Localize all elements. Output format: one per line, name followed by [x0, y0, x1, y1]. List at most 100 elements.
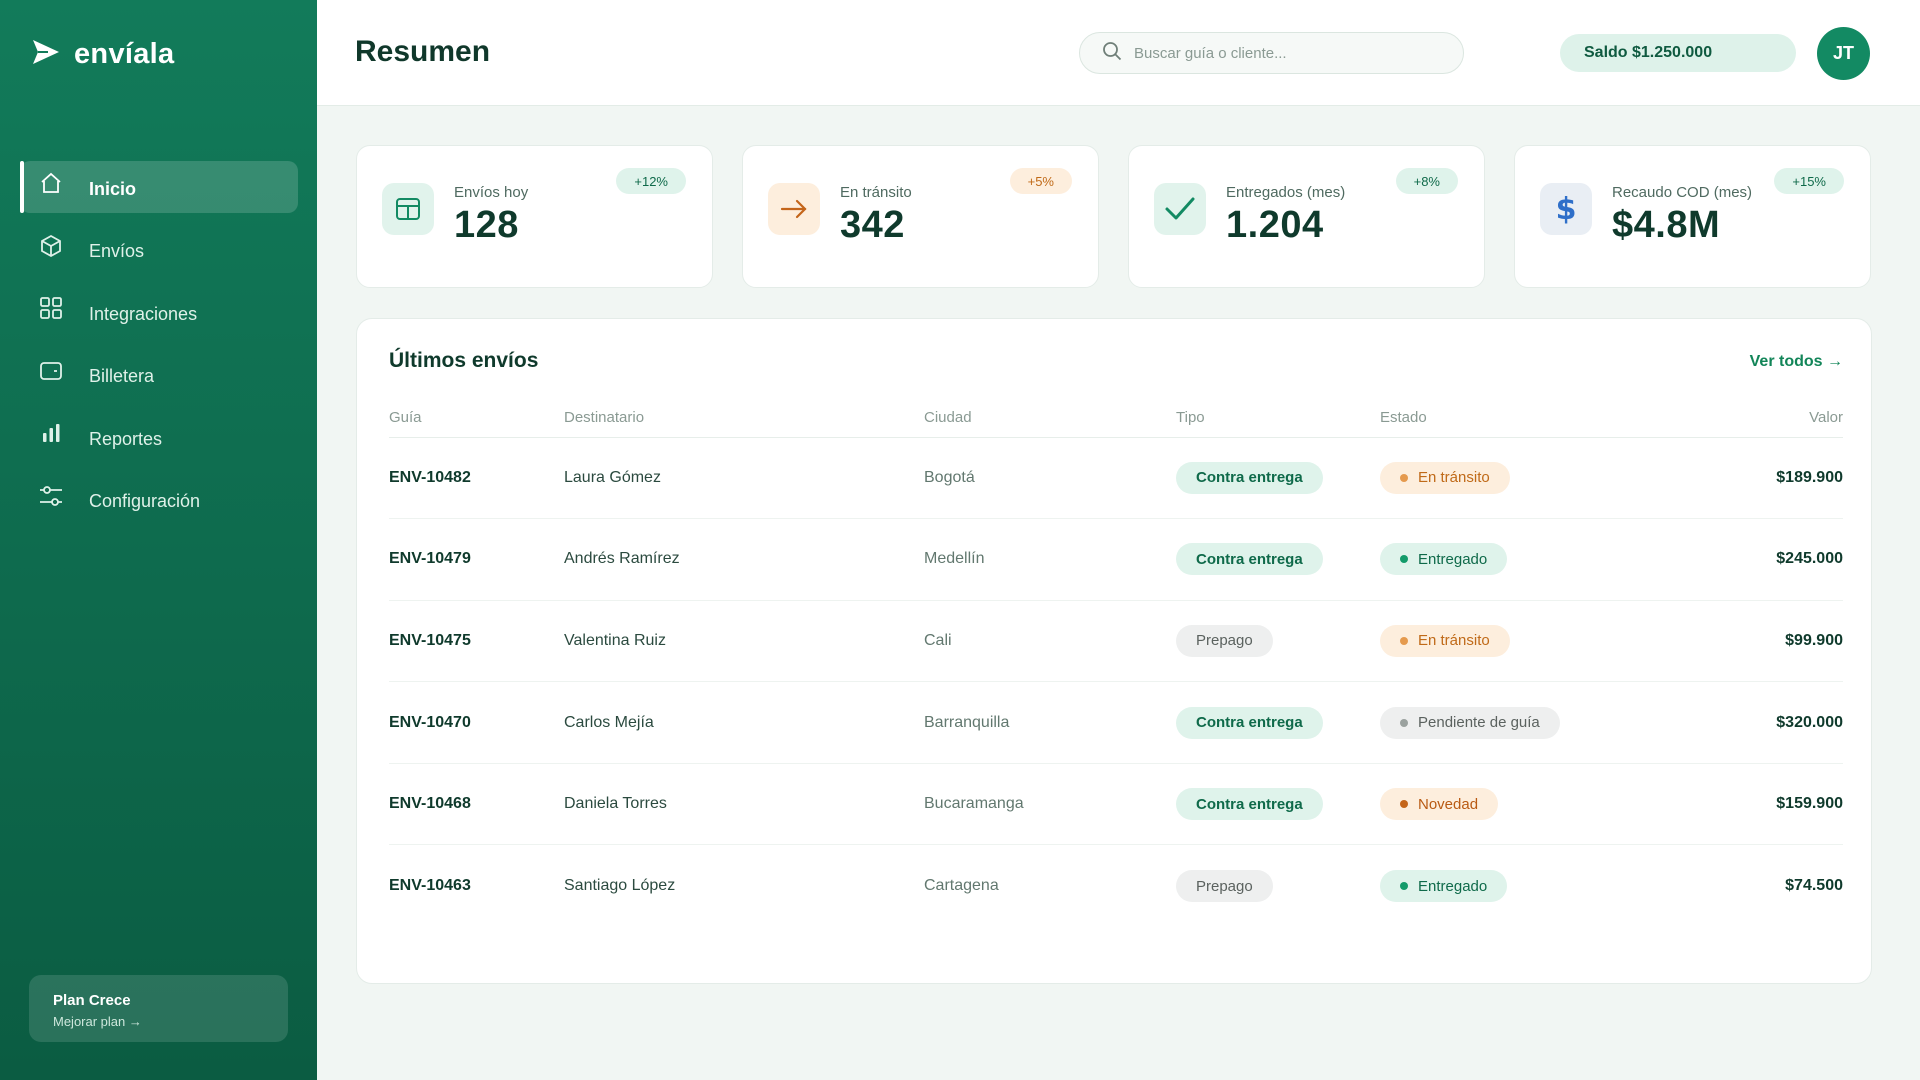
brand-logo[interactable]: envíala	[32, 38, 174, 71]
cell-city: Barranquilla	[924, 681, 1176, 764]
type-badge: Prepago	[1176, 870, 1273, 903]
stat-label: Recaudo COD (mes)	[1612, 184, 1753, 201]
sidebar-item-envios[interactable]: Envíos	[20, 224, 298, 276]
column-header-estado[interactable]: Estado	[1380, 399, 1640, 438]
send-icon	[32, 39, 60, 70]
balance-badge[interactable]: Saldo $1.250.000	[1560, 34, 1796, 72]
stat-card-envios-hoy[interactable]: Envíos hoy 128 +12%	[356, 145, 713, 288]
cell-amount: $245.000	[1640, 518, 1843, 601]
cell-type: Prepago	[1176, 845, 1380, 927]
status-label: Novedad	[1418, 795, 1479, 813]
cell-guide[interactable]: ENV-10470	[389, 681, 564, 764]
column-header-valor[interactable]: Valor	[1640, 399, 1843, 438]
sidebar-item-inicio[interactable]: Inicio	[20, 161, 298, 213]
sidebar-item-label: Reportes	[89, 428, 163, 449]
stat-delta-badge: +8%	[1395, 168, 1458, 194]
search-input[interactable]	[1134, 44, 1434, 62]
cell-city: Bogotá	[924, 437, 1176, 520]
sidebar-item-label: Configuración	[89, 491, 201, 511]
panel-title: Últimos envíos	[389, 349, 539, 372]
search-icon	[1102, 41, 1122, 66]
status-badge: En tránsito	[1380, 461, 1510, 494]
wallet-icon	[38, 358, 64, 384]
stat-label: En tránsito	[840, 184, 912, 201]
cell-guide[interactable]: ENV-10463	[389, 845, 564, 927]
table-row[interactable]: ENV-10479 Andrés Ramírez Medellín Contra…	[389, 518, 1843, 601]
sidebar-item-label: Integraciones	[89, 303, 198, 324]
cell-type: Contra entrega	[1176, 763, 1380, 846]
cell-status: Entregado	[1380, 518, 1640, 601]
cell-city: Cartagena	[924, 877, 999, 895]
sidebar-item-reportes[interactable]: Reportes	[20, 411, 298, 463]
home-icon	[38, 170, 64, 196]
cell-amount: $74.500	[1785, 877, 1843, 895]
table-header-row: Guía Destinatario Ciudad Tipo Estado Val…	[389, 399, 1843, 438]
column-header-tipo[interactable]: Tipo	[1176, 399, 1380, 438]
stat-value: 1.204	[1226, 204, 1324, 246]
arrow-right-icon	[768, 183, 820, 235]
cell-amount: $320.000	[1640, 681, 1843, 764]
sidebar-item-integraciones[interactable]: Integraciones	[20, 286, 298, 338]
cell-amount: $159.900	[1640, 763, 1843, 846]
sidebar-nav: Inicio Envíos Integraciones Billetera Re…	[20, 161, 298, 536]
table-row[interactable]: ENV-10482 Laura Gómez Bogotá Contra entr…	[389, 437, 1843, 520]
table-row[interactable]: ENV-10463 Santiago López Cartagena Prepa…	[389, 845, 1843, 927]
sidebar-item-label: Inicio	[89, 178, 137, 199]
shipments-table: Guía Destinatario Ciudad Tipo Estado Val…	[389, 399, 1843, 927]
status-label: En tránsito	[1418, 632, 1490, 650]
status-dot-icon	[1400, 882, 1408, 891]
cell-recipient: Valentina Ruiz	[564, 600, 924, 683]
type-badge: Contra entrega	[1176, 788, 1323, 821]
bar-chart-icon	[38, 420, 64, 446]
sidebar-item-label: Envíos	[89, 241, 145, 261]
sidebar-item-configuracion[interactable]: Configuración	[20, 474, 298, 526]
stat-label: Entregados (mes)	[1226, 184, 1346, 201]
stat-label: Envíos hoy	[454, 184, 529, 201]
status-dot-icon	[1400, 718, 1408, 727]
stat-delta-badge: +5%	[1009, 168, 1072, 194]
cell-guide[interactable]: ENV-10468	[389, 763, 564, 846]
stat-card-entregados[interactable]: Entregados (mes) 1.204 +8%	[1128, 145, 1485, 288]
grid-icon	[38, 295, 64, 321]
status-badge: Novedad	[1380, 788, 1499, 821]
type-badge: Prepago	[1176, 624, 1273, 657]
cell-guide[interactable]: ENV-10475	[389, 600, 564, 683]
table-row[interactable]: ENV-10468 Daniela Torres Bucaramanga Con…	[389, 763, 1843, 846]
type-badge: Contra entrega	[1176, 706, 1323, 739]
see-all-link[interactable]: Ver todos →	[1750, 353, 1843, 371]
table-icon	[382, 183, 434, 235]
cell-city: Cali	[924, 600, 1176, 683]
upgrade-plan-link[interactable]: Mejorar plan →	[53, 1014, 264, 1029]
cell-type: Contra entrega	[1176, 437, 1380, 520]
table-row[interactable]: ENV-10470 Carlos Mejía Barranquilla Cont…	[389, 681, 1843, 764]
sliders-icon	[38, 483, 64, 509]
status-label: Entregado	[1418, 550, 1488, 568]
avatar[interactable]: JT	[1817, 27, 1870, 80]
status-dot-icon	[1400, 636, 1408, 645]
cell-type: Contra entrega	[1176, 681, 1380, 764]
type-badge: Contra entrega	[1176, 461, 1323, 494]
cell-type: Prepago	[1176, 600, 1380, 683]
cell-guide[interactable]: ENV-10482	[389, 437, 564, 520]
status-dot-icon	[1400, 555, 1408, 564]
sidebar-item-billetera[interactable]: Billetera	[20, 349, 298, 401]
status-label: Pendiente de guía	[1418, 714, 1540, 732]
sidebar-item-label: Billetera	[89, 366, 155, 386]
stat-card-en-transito[interactable]: En tránsito 342 +5%	[742, 145, 1099, 288]
cell-status: Novedad	[1380, 763, 1640, 846]
cell-amount: $189.900	[1640, 437, 1843, 520]
cell-recipient: Daniela Torres	[564, 763, 924, 846]
column-header-guia[interactable]: Guía	[389, 399, 564, 438]
cell-city: Medellín	[924, 518, 1176, 601]
cell-guide[interactable]: ENV-10479	[389, 518, 564, 601]
stat-delta-badge: +15%	[1774, 168, 1844, 194]
plan-card[interactable]: Plan Crece Mejorar plan →	[29, 975, 288, 1042]
column-header-destinatario[interactable]: Destinatario	[564, 399, 924, 438]
sidebar: envíala Inicio Envíos Integraciones Bill…	[0, 0, 317, 1080]
stat-value: 128	[454, 204, 519, 246]
column-header-ciudad[interactable]: Ciudad	[924, 399, 1176, 438]
table-row[interactable]: ENV-10475 Valentina Ruiz Cali Prepago En…	[389, 600, 1843, 683]
stat-card-recaudo-cod[interactable]: $ Recaudo COD (mes) $4.8M +15%	[1514, 145, 1871, 288]
search-box[interactable]	[1079, 32, 1464, 74]
status-label: Entregado	[1418, 877, 1488, 895]
